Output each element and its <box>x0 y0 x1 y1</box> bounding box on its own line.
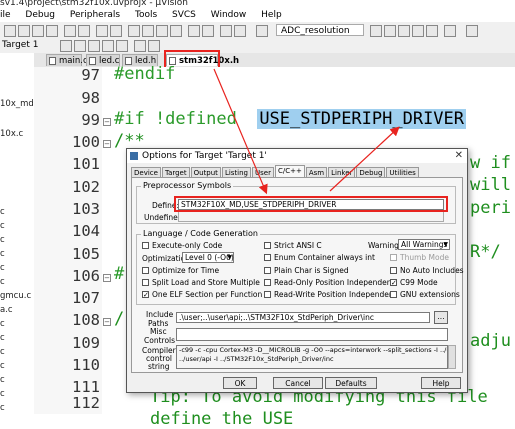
tab-to-define-arrow <box>213 68 268 195</box>
define-to-macro-arrow <box>329 126 400 192</box>
annotation-arrows <box>213 68 400 195</box>
